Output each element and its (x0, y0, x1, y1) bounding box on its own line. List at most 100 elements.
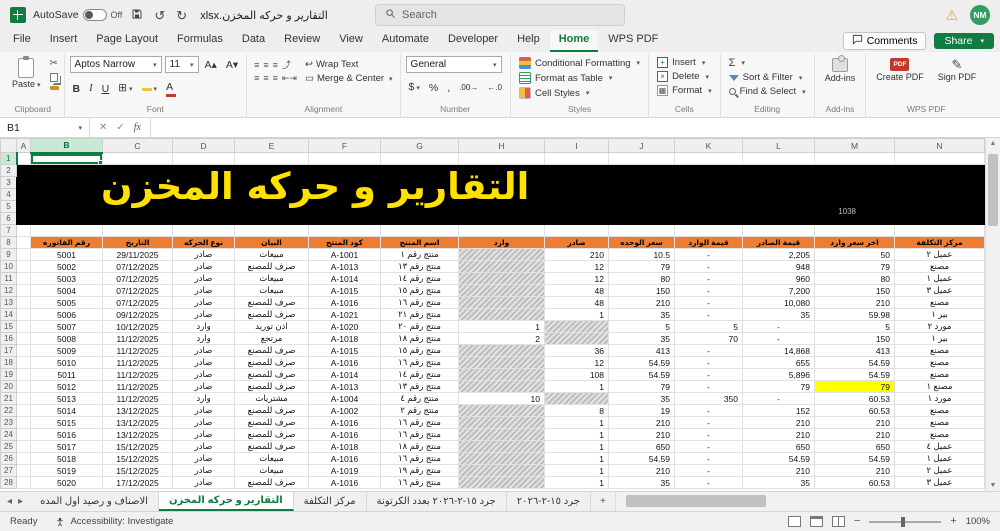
accessibility-status[interactable]: Accessibility: Investigate (55, 516, 173, 527)
cell[interactable]: 1 (544, 416, 609, 429)
banner-cell[interactable]: التقارير و حركه المخزن 1038 (16, 164, 985, 225)
cell[interactable]: A-1016 (308, 452, 381, 465)
normal-view-icon[interactable] (787, 516, 801, 527)
zoom-in-icon[interactable]: + (950, 516, 956, 527)
cell[interactable]: منتج رقم ١٤ (380, 272, 459, 285)
cell[interactable]: 50 (814, 248, 895, 261)
cell[interactable]: 10/12/2025 (102, 320, 173, 333)
cell[interactable]: 2,205 (742, 248, 815, 261)
cell[interactable]: A-1020 (308, 320, 381, 333)
cell[interactable]: 35 (608, 392, 675, 405)
cell[interactable]: - (674, 476, 743, 489)
cell[interactable] (16, 272, 31, 285)
cell[interactable]: 210 (608, 464, 675, 477)
enter-icon[interactable]: ✓ (116, 122, 124, 133)
cell[interactable]: - (742, 392, 815, 405)
cell[interactable] (458, 476, 545, 489)
row-header-1[interactable]: 1 (0, 152, 18, 165)
cell[interactable] (458, 224, 545, 237)
cell[interactable]: 1 (544, 476, 609, 489)
cell[interactable]: 5017 (30, 440, 103, 453)
decrease-decimal-icon[interactable]: ←.0 (484, 81, 505, 95)
cell[interactable]: مبيعات (234, 248, 309, 261)
cell[interactable] (16, 428, 31, 441)
merge-center-button[interactable]: ▭ Merge & Center ▾ (303, 72, 395, 85)
cell[interactable] (458, 356, 545, 369)
cell[interactable]: 48 (544, 284, 609, 297)
cell[interactable]: عميل ٢ (894, 248, 985, 261)
row-header-14[interactable]: 14 (0, 308, 17, 321)
font-name-select[interactable]: Aptos Narrow ▾ (69, 56, 162, 73)
search-input[interactable]: Search (375, 4, 625, 26)
cell[interactable]: 54.59 (814, 356, 895, 369)
column-header-m[interactable]: M (814, 138, 895, 153)
cell[interactable] (172, 152, 235, 165)
row-header-25[interactable]: 25 (0, 440, 17, 453)
row-header-24[interactable]: 24 (0, 428, 17, 441)
cell[interactable] (16, 380, 31, 393)
cell[interactable]: 35 (742, 308, 815, 321)
sheet-tab-reports-stock-movement[interactable]: التقارير و حركه المخزن (158, 492, 294, 511)
cell[interactable]: 29/11/2025 (102, 248, 173, 261)
cell[interactable]: صادر (172, 416, 235, 429)
cell[interactable]: 210 (608, 416, 675, 429)
cell[interactable]: 7,200 (742, 284, 815, 297)
cell[interactable] (16, 260, 31, 273)
cell[interactable]: صادر (172, 308, 235, 321)
cell[interactable]: صرف للمصنع (234, 440, 309, 453)
increase-font-icon[interactable]: A▴ (202, 58, 220, 72)
cell[interactable]: - (674, 356, 743, 369)
orientation-icon[interactable]: ⤴ (280, 60, 293, 70)
number-format-select[interactable]: General ▾ (405, 56, 502, 73)
cell[interactable]: 5 (814, 320, 895, 333)
menu-tab-page-layout[interactable]: Page Layout (87, 30, 167, 52)
row-header-2[interactable]: 2 (0, 164, 17, 177)
cell[interactable]: منتج رقم ١٩ (380, 464, 459, 477)
cell[interactable]: منتج رقم ١٦ (380, 356, 459, 369)
cell[interactable]: 210 (742, 464, 815, 477)
cell[interactable]: 5005 (30, 296, 103, 309)
row-header-27[interactable]: 27 (0, 464, 17, 477)
cell[interactable]: 36 (544, 344, 609, 357)
cell[interactable]: 54.59 (608, 452, 675, 465)
cell[interactable]: صرف للمصنع (234, 428, 309, 441)
cell[interactable]: A-1018 (308, 332, 381, 345)
scroll-down-icon[interactable]: ▼ (986, 482, 1000, 489)
cell[interactable]: صادر (172, 260, 235, 273)
cell[interactable] (894, 152, 985, 165)
column-header-k[interactable]: K (674, 138, 743, 153)
addins-button[interactable]: Add-ins (820, 55, 861, 86)
cell[interactable]: 07/12/2025 (102, 260, 173, 273)
cell[interactable] (674, 224, 743, 237)
cell[interactable]: صادر (172, 368, 235, 381)
cell[interactable]: منتج رقم ٢ (380, 404, 459, 417)
cell[interactable]: صادر (172, 380, 235, 393)
cell[interactable]: 35 (608, 332, 675, 345)
cell[interactable]: 35 (742, 476, 815, 489)
cell[interactable]: 15/12/2025 (102, 440, 173, 453)
row-header-5[interactable]: 5 (0, 200, 17, 213)
cell[interactable]: - (674, 380, 743, 393)
menu-tab-insert[interactable]: Insert (41, 30, 87, 52)
paste-button[interactable]: Paste ▾ (7, 56, 46, 92)
cell-styles-button[interactable]: Cell Styles ▾ (516, 86, 643, 100)
menu-tab-view[interactable]: View (330, 30, 372, 52)
percent-icon[interactable]: % (426, 81, 441, 95)
cell[interactable]: - (674, 308, 743, 321)
cell[interactable]: منتج رقم ١٦ (380, 452, 459, 465)
cell[interactable]: 10,080 (742, 296, 815, 309)
row-header-15[interactable]: 15 (0, 320, 17, 333)
cell[interactable]: 15/12/2025 (102, 452, 173, 465)
cell[interactable]: منتج رقم ١٦ (380, 296, 459, 309)
cell[interactable]: 5002 (30, 260, 103, 273)
cell[interactable]: 150 (814, 332, 895, 345)
cell[interactable]: 12 (544, 272, 609, 285)
sheet-tab-inventory-by-carton[interactable]: جرد ١٥-٢-٢٠٢٦ بعدد الكرتونة (367, 492, 507, 511)
cell[interactable] (544, 320, 609, 333)
menu-tab-help[interactable]: Help (508, 30, 549, 52)
font-color-icon[interactable]: A (163, 80, 179, 97)
cell[interactable]: 1 (544, 428, 609, 441)
cell[interactable]: مصنع (894, 344, 985, 357)
cell[interactable]: بير ١ (894, 308, 985, 321)
cell[interactable]: مصنع ١ (894, 380, 985, 393)
